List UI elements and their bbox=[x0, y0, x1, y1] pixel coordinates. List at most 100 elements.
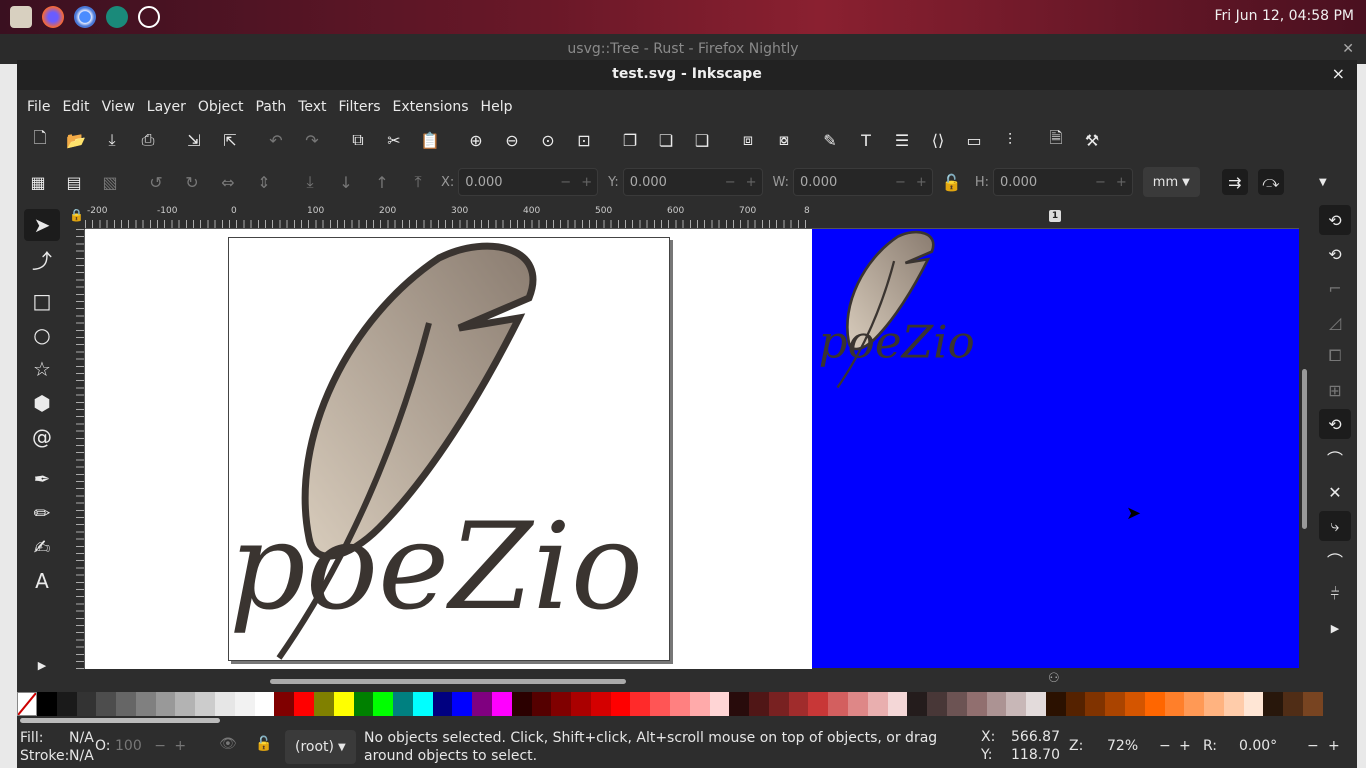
w-value[interactable]: 0.000 bbox=[794, 175, 890, 190]
stroke-value[interactable]: N/A bbox=[69, 748, 94, 764]
color-swatch[interactable] bbox=[1006, 692, 1027, 716]
color-swatch[interactable] bbox=[254, 692, 275, 716]
chromium-icon[interactable] bbox=[74, 6, 96, 28]
text-tool-icon[interactable]: A bbox=[24, 565, 60, 597]
snap-midpoints-icon[interactable]: ⫩ bbox=[1319, 579, 1351, 609]
rotation-value[interactable]: 0.00° bbox=[1239, 738, 1277, 754]
vertical-ruler[interactable] bbox=[67, 229, 85, 669]
color-swatch[interactable] bbox=[986, 692, 1007, 716]
scale-stroke-icon[interactable]: ⇉ bbox=[1221, 169, 1248, 195]
save-icon[interactable]: ⤓ bbox=[99, 127, 125, 153]
color-swatch[interactable] bbox=[1243, 692, 1264, 716]
lower-bottom-icon[interactable]: ⤓ bbox=[297, 169, 323, 195]
menu-help[interactable]: Help bbox=[475, 99, 519, 115]
toggle-visibility-icon[interactable]: 👁 bbox=[219, 736, 237, 752]
align-distribute-icon[interactable]: ⫶ bbox=[997, 127, 1023, 153]
firefox-icon[interactable] bbox=[42, 6, 64, 28]
ellipse-tool-icon[interactable]: ○ bbox=[24, 319, 60, 351]
lock-icon[interactable]: 🔓 bbox=[255, 736, 272, 752]
color-swatch[interactable] bbox=[571, 692, 591, 716]
undo-icon[interactable]: ↶ bbox=[263, 127, 289, 153]
inkscape-icon[interactable] bbox=[138, 6, 160, 28]
opacity-increment-button[interactable]: + bbox=[174, 738, 186, 754]
scrollbar-thumb[interactable] bbox=[270, 679, 626, 684]
color-swatch[interactable] bbox=[848, 692, 868, 716]
open-file-icon[interactable]: 📂 bbox=[63, 127, 89, 153]
menu-view[interactable]: View bbox=[96, 99, 141, 115]
color-swatch[interactable] bbox=[96, 692, 117, 716]
document-properties-icon[interactable]: ▭ bbox=[961, 127, 987, 153]
w-field[interactable]: 0.000 − + bbox=[793, 168, 933, 196]
x-value[interactable]: 0.000 bbox=[459, 175, 555, 190]
rotate-decrement-button[interactable]: − bbox=[1307, 738, 1319, 754]
duplicate-icon[interactable]: ❐ bbox=[617, 127, 643, 153]
scale-corners-icon[interactable]: ⤼ bbox=[1257, 169, 1284, 195]
zoom-page-width-icon[interactable]: ⊡ bbox=[571, 127, 597, 153]
color-swatch[interactable] bbox=[808, 692, 829, 716]
ruler-lock-icon[interactable]: 🔒 bbox=[69, 208, 84, 222]
color-swatch[interactable] bbox=[531, 692, 552, 716]
selector-tool-icon[interactable]: ➤ bbox=[24, 209, 60, 241]
color-swatch[interactable] bbox=[788, 692, 809, 716]
menu-object[interactable]: Object bbox=[192, 99, 250, 115]
gear-icon[interactable] bbox=[106, 6, 128, 28]
select-all-icon[interactable]: ▦ bbox=[25, 169, 51, 195]
color-swatch[interactable] bbox=[867, 692, 888, 716]
color-swatch[interactable] bbox=[630, 692, 651, 716]
preferences-icon[interactable]: ⚒ bbox=[1079, 127, 1105, 153]
redo-icon[interactable]: ↷ bbox=[299, 127, 325, 153]
fill-value[interactable]: N/A bbox=[69, 730, 94, 746]
h-decrement-button[interactable]: − bbox=[1090, 175, 1111, 190]
rectangle-tool-icon[interactable]: □ bbox=[24, 285, 60, 317]
color-swatch[interactable] bbox=[472, 692, 492, 716]
color-swatch[interactable] bbox=[175, 692, 196, 716]
layers-icon[interactable]: ☰ bbox=[889, 127, 915, 153]
clock[interactable]: Fri Jun 12, 04:58 PM bbox=[1215, 8, 1355, 24]
x-field[interactable]: 0.000 − + bbox=[458, 168, 599, 196]
color-swatch[interactable] bbox=[313, 692, 334, 716]
overflow-chevron-icon[interactable]: ▼ bbox=[1310, 169, 1336, 195]
color-swatch[interactable] bbox=[432, 692, 453, 716]
color-swatch[interactable] bbox=[234, 692, 255, 716]
calligraphy-tool-icon[interactable]: ✍ bbox=[24, 531, 60, 563]
rotate-cw-icon[interactable]: ↻ bbox=[179, 169, 205, 195]
color-swatch[interactable] bbox=[491, 692, 512, 716]
snap-bbox-centers-icon[interactable]: ⊞ bbox=[1319, 375, 1351, 405]
color-swatch[interactable] bbox=[412, 692, 433, 716]
xml-editor-icon[interactable]: ⟨⟩ bbox=[925, 127, 951, 153]
opacity-field[interactable]: 100 − + bbox=[115, 738, 186, 754]
import-icon[interactable]: ⇲ bbox=[181, 127, 207, 153]
color-swatch[interactable] bbox=[946, 692, 967, 716]
color-swatch[interactable] bbox=[511, 692, 532, 716]
color-swatch[interactable] bbox=[37, 692, 57, 716]
snap-bbox-icon[interactable]: ⟲ bbox=[1319, 239, 1351, 269]
snap-expand-icon[interactable]: ▶ bbox=[1319, 613, 1351, 643]
pen-tool-icon[interactable]: ✒ bbox=[24, 463, 60, 495]
spiral-tool-icon[interactable]: @ bbox=[24, 421, 60, 453]
color-swatch[interactable] bbox=[828, 692, 849, 716]
zoom-drawing-icon[interactable]: ⊖ bbox=[499, 127, 525, 153]
color-swatch[interactable] bbox=[610, 692, 631, 716]
lock-proportions-icon[interactable]: 🔓 bbox=[939, 169, 965, 195]
zoom-selection-icon[interactable]: ⊕ bbox=[463, 127, 489, 153]
color-swatch[interactable] bbox=[1105, 692, 1125, 716]
color-swatch[interactable] bbox=[294, 692, 314, 716]
raise-icon[interactable]: ↑ bbox=[369, 169, 395, 195]
color-swatch[interactable] bbox=[1303, 692, 1323, 716]
y-value[interactable]: 0.000 bbox=[624, 175, 720, 190]
color-swatch[interactable] bbox=[966, 692, 987, 716]
flip-vertical-icon[interactable]: ⇕ bbox=[251, 169, 277, 195]
color-swatch[interactable] bbox=[155, 692, 176, 716]
menu-text[interactable]: Text bbox=[292, 99, 332, 115]
unlink-clone-icon[interactable]: ❑ bbox=[689, 127, 715, 153]
snap-smooth-nodes-icon[interactable]: ⌒ bbox=[1319, 545, 1351, 575]
opacity-decrement-button[interactable]: − bbox=[154, 738, 166, 754]
paste-icon[interactable]: 📋 bbox=[417, 127, 443, 153]
color-swatch[interactable] bbox=[116, 692, 136, 716]
split-toggle-icon[interactable]: ⚇ bbox=[1048, 671, 1060, 686]
h-increment-button[interactable]: + bbox=[1111, 175, 1132, 190]
snap-bbox-edges-icon[interactable]: ⌐ bbox=[1319, 273, 1351, 303]
color-swatch[interactable] bbox=[1283, 692, 1303, 716]
color-swatch[interactable] bbox=[56, 692, 77, 716]
snap-nodes-icon[interactable]: ⟲ bbox=[1319, 409, 1351, 439]
